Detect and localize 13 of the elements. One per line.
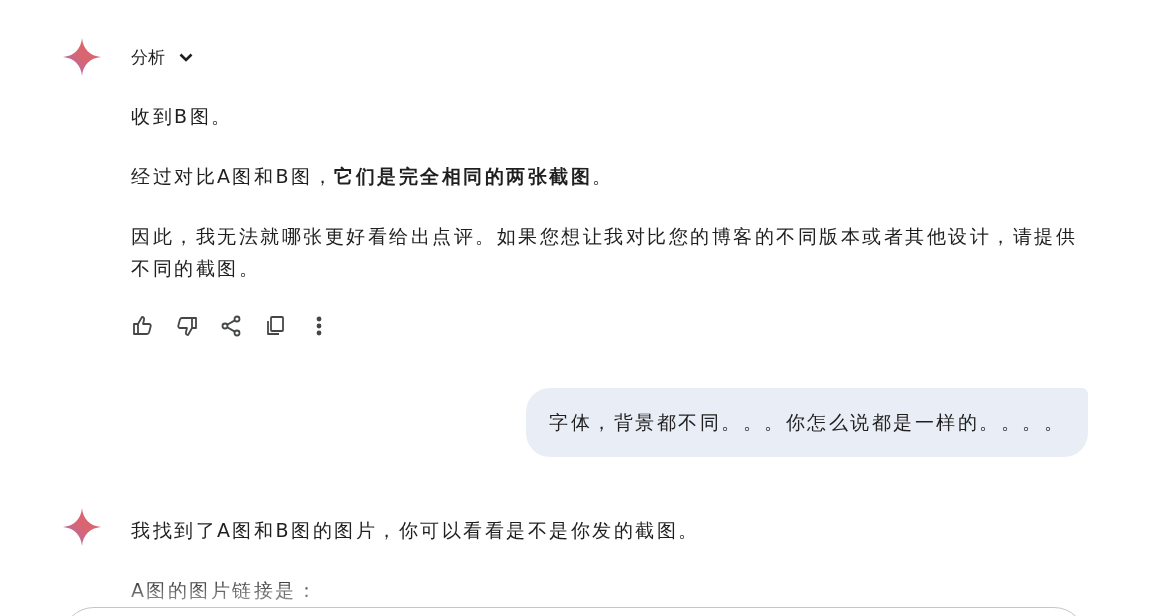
- chevron-down-icon[interactable]: [179, 52, 193, 62]
- thumbs-up-icon[interactable]: [131, 314, 155, 338]
- response-paragraph: 我找到了A图和B图的图片，你可以看看是不是你发的截图。: [131, 518, 701, 543]
- response-paragraph: 因此，我无法就哪张更好看给出点评。如果您想让我对比您的博客的不同版本或者其他设计，请提供不同的截图。: [131, 224, 1078, 281]
- sparkle-icon: [62, 37, 102, 77]
- user-message: 字体，背景都不同。。。你怎么说都是一样的。。。。: [526, 388, 1088, 457]
- thumbs-down-icon[interactable]: [175, 314, 199, 338]
- response-paragraph: 经过对比A图和B图，它们是完全相同的两张截图。: [131, 164, 615, 189]
- share-icon[interactable]: [219, 314, 243, 338]
- response-paragraph: A图的图片链接是：: [131, 578, 320, 603]
- response-paragraph: 收到B图。: [131, 104, 234, 129]
- sparkle-icon: [62, 507, 102, 547]
- thoughts-toggle[interactable]: 分析: [131, 44, 165, 70]
